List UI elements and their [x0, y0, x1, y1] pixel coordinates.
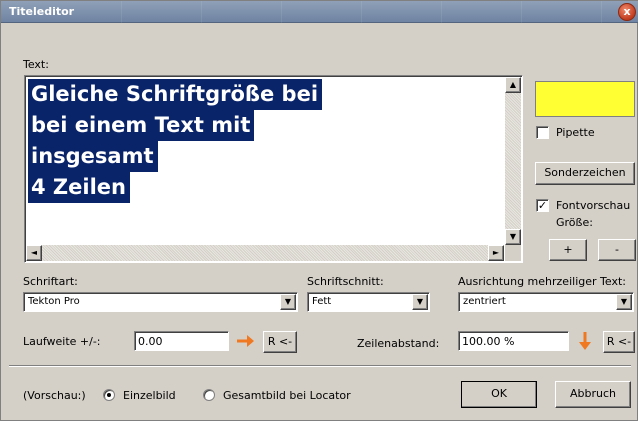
- radio-einzelbild[interactable]: [103, 389, 115, 401]
- horizontal-scrollbar[interactable]: ◄ ►: [26, 245, 504, 261]
- section-divider: [9, 365, 631, 367]
- zeilenabstand-reset-label: R <-: [606, 335, 632, 348]
- schriftschnitt-select[interactable]: Fett ▼: [307, 292, 430, 312]
- font-size-increase-button[interactable]: +: [549, 239, 587, 261]
- laufweite-reset-label: R <-: [267, 335, 293, 348]
- check-icon: ✓: [537, 199, 548, 212]
- text-line: Gleiche Schriftgröße bei: [28, 79, 323, 110]
- cancel-button[interactable]: Abbruch: [555, 381, 631, 408]
- radio-einzelbild-label: Einzelbild: [123, 389, 176, 402]
- close-button[interactable]: x: [618, 3, 636, 21]
- schriftschnitt-value: Fett: [312, 296, 332, 307]
- scroll-left-button[interactable]: ◄: [26, 245, 42, 261]
- zeilenabstand-reset-button[interactable]: R <-: [603, 331, 635, 353]
- text-line: 4 Zeilen: [28, 172, 130, 203]
- ausrichtung-select[interactable]: zentriert ▼: [458, 292, 634, 312]
- scroll-right-icon: ►: [492, 248, 500, 257]
- text-label: Text:: [23, 58, 49, 71]
- text-line: insgesamt: [28, 141, 158, 172]
- ok-label: OK: [491, 387, 507, 400]
- arrow-down-icon[interactable]: [574, 330, 596, 352]
- text-editor[interactable]: Gleiche Schriftgröße bei bei einem Text …: [24, 75, 523, 263]
- ausrichtung-label: Ausrichtung mehrzeiliger Text:: [458, 275, 626, 288]
- ausrichtung-dropdown-button[interactable]: ▼: [616, 294, 632, 310]
- chevron-down-icon: ▼: [416, 297, 424, 306]
- schriftschnitt-dropdown-button[interactable]: ▼: [412, 294, 428, 310]
- window-title: Titeleditor: [9, 5, 75, 18]
- laufweite-value: 0.00: [138, 335, 163, 348]
- pipette-checkbox[interactable]: [536, 126, 549, 139]
- text-content[interactable]: Gleiche Schriftgröße bei bei einem Text …: [28, 79, 502, 203]
- fontvorschau-checkbox[interactable]: ✓: [536, 199, 549, 212]
- pipette-label: Pipette: [556, 126, 595, 139]
- title-bar-decoration: [121, 1, 611, 23]
- laufweite-input[interactable]: 0.00: [134, 331, 229, 351]
- fontvorschau-label: Fontvorschau: [556, 199, 631, 212]
- chevron-down-icon: ▼: [620, 297, 628, 306]
- groesse-label: Größe:: [556, 216, 593, 229]
- zeilenabstand-input[interactable]: 100.00 %: [458, 331, 569, 351]
- font-size-decrease-button[interactable]: -: [598, 239, 636, 261]
- zeilenabstand-value: 100.00 %: [462, 335, 515, 348]
- schriftschnitt-label: Schriftschnitt:: [307, 275, 384, 288]
- minus-icon: -: [615, 243, 619, 256]
- schriftart-select[interactable]: Tekton Pro ▼: [23, 292, 298, 312]
- plus-icon: +: [563, 243, 573, 256]
- title-bar[interactable]: Titeleditor x: [1, 1, 638, 23]
- vorschau-label: (Vorschau:): [23, 389, 86, 402]
- text-color-swatch[interactable]: [535, 81, 635, 117]
- scroll-up-button[interactable]: ▲: [505, 77, 521, 93]
- scroll-left-icon: ◄: [30, 248, 38, 257]
- sonderzeichen-button[interactable]: Sonderzeichen: [535, 162, 635, 185]
- radio-gesamtbild[interactable]: [203, 389, 215, 401]
- vertical-scrollbar[interactable]: ▲ ▼: [505, 77, 521, 245]
- arrow-right-icon[interactable]: [234, 330, 256, 352]
- ok-button[interactable]: OK: [461, 381, 537, 408]
- scroll-down-button[interactable]: ▼: [505, 229, 521, 245]
- scroll-down-icon: ▼: [509, 232, 517, 241]
- zeilenabstand-label: Zeilenabstand:: [357, 337, 440, 350]
- cancel-label: Abbruch: [569, 387, 616, 400]
- close-icon: x: [623, 5, 631, 18]
- laufweite-reset-button[interactable]: R <-: [263, 331, 297, 353]
- schriftart-label: Schriftart:: [23, 275, 78, 288]
- titeleditor-dialog: Titeleditor x Text: Gleiche Schriftgröße…: [0, 0, 638, 421]
- chevron-down-icon: ▼: [284, 297, 292, 306]
- laufweite-label: Laufweite +/-:: [23, 335, 101, 348]
- radio-gesamtbild-label: Gesamtbild bei Locator: [223, 389, 351, 402]
- radio-selected-dot: [107, 393, 111, 397]
- schriftart-dropdown-button[interactable]: ▼: [280, 294, 296, 310]
- schriftart-value: Tekton Pro: [28, 296, 80, 307]
- scroll-up-icon: ▲: [509, 80, 517, 89]
- sonderzeichen-label: Sonderzeichen: [544, 166, 626, 179]
- ausrichtung-value: zentriert: [463, 296, 506, 307]
- scrollbar-corner: [505, 245, 521, 261]
- text-line: bei einem Text mit: [28, 110, 255, 141]
- scroll-right-button[interactable]: ►: [488, 245, 504, 261]
